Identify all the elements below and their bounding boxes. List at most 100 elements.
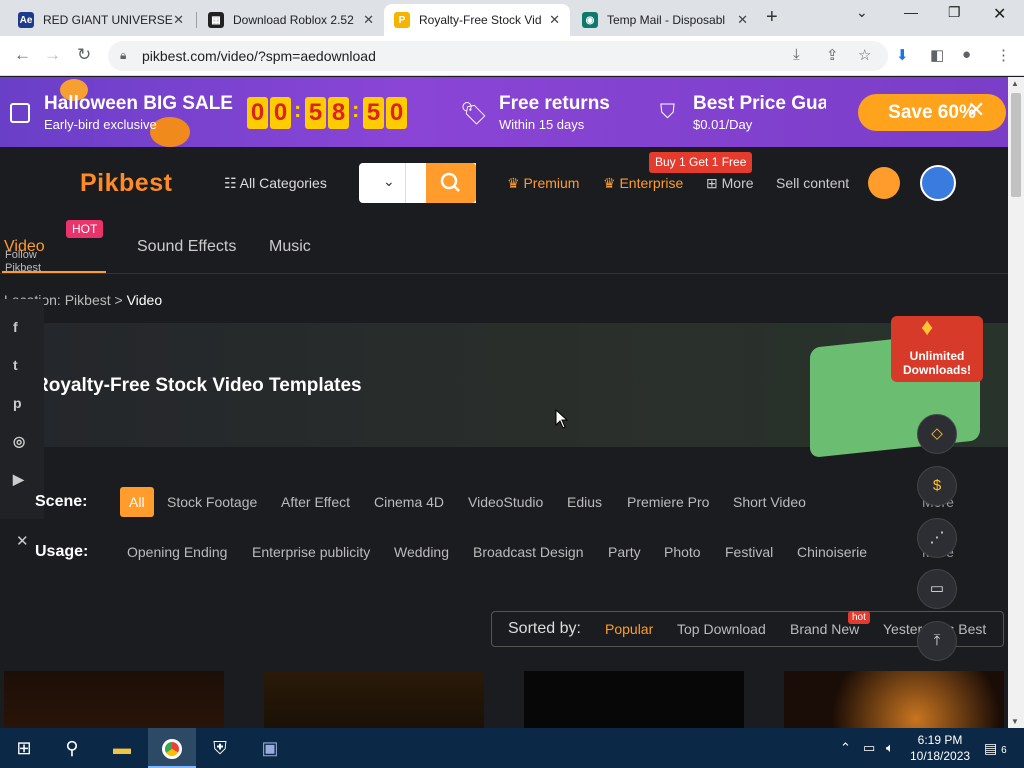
- scroll-down-icon[interactable]: ▼: [1011, 717, 1019, 726]
- windows-taskbar: ⊞ ⚲ ▬ ⛨ ▣ ⌃ ▭ 🔈︎ 6:19 PM 10/18/2023 ▤ 6: [0, 728, 1024, 768]
- user-avatar[interactable]: [920, 165, 956, 201]
- twitter-icon[interactable]: t: [13, 357, 18, 373]
- notification-center-icon[interactable]: ▤ 6: [984, 740, 1007, 757]
- browser-tab-roblox[interactable]: ▦ Download Roblox 2.52 ✕: [198, 4, 384, 36]
- close-tab-icon[interactable]: ✕: [173, 12, 184, 28]
- system-clock[interactable]: 6:19 PM 10/18/2023: [910, 732, 970, 764]
- scrollbar-thumb[interactable]: [1011, 93, 1021, 197]
- chrome-taskbar-icon[interactable]: [148, 728, 196, 768]
- scene-chip-videostudio[interactable]: VideoStudio: [468, 494, 543, 510]
- volume-muted-icon[interactable]: 🔈︎: [886, 740, 894, 756]
- tab-music[interactable]: Music: [269, 238, 311, 256]
- countdown-colon: :: [294, 97, 302, 122]
- reload-icon[interactable]: ↻: [77, 45, 91, 65]
- usage-chip-wedding[interactable]: Wedding: [394, 544, 449, 560]
- usage-chip-chinoiserie[interactable]: Chinoiserie: [797, 544, 867, 560]
- usage-chip-broadcast-design[interactable]: Broadcast Design: [473, 544, 584, 560]
- profile-icon[interactable]: ●: [962, 46, 971, 63]
- close-social-icon[interactable]: ✕: [16, 532, 29, 550]
- new-tab-icon[interactable]: +: [766, 6, 778, 29]
- taskbar-search-icon[interactable]: ⚲: [48, 728, 96, 768]
- countdown-digit: 0: [247, 97, 268, 129]
- security-shield-icon[interactable]: ⛨: [196, 728, 244, 768]
- video-thumbnail[interactable]: [264, 671, 484, 728]
- breadcrumb-current: Video: [126, 292, 163, 308]
- close-window-icon[interactable]: ✕: [993, 4, 1006, 24]
- search-button[interactable]: [426, 163, 476, 203]
- close-promo-icon[interactable]: ✕: [967, 97, 985, 123]
- pikbest-logo[interactable]: Pikbest: [80, 169, 172, 198]
- scene-chip-edius[interactable]: Edius: [567, 494, 602, 510]
- close-tab-icon[interactable]: ✕: [549, 12, 560, 28]
- minimize-icon[interactable]: —: [904, 4, 918, 20]
- vip-diamond-icon[interactable]: ◇: [917, 414, 957, 454]
- chat-icon[interactable]: ▭: [917, 569, 957, 609]
- notification-bell-icon[interactable]: [868, 167, 900, 199]
- address-bar[interactable]: 🔒︎ pikbest.com/video/?spm=aedownload: [108, 41, 888, 71]
- facebook-icon[interactable]: f: [13, 319, 18, 335]
- enterprise-label: Enterprise: [619, 175, 684, 191]
- sort-popular[interactable]: Popular: [605, 621, 653, 637]
- premium-link[interactable]: ♛ Premium: [507, 175, 579, 192]
- usage-chip-opening-ending[interactable]: Opening Ending: [127, 544, 227, 560]
- tab-search-icon[interactable]: ⌄: [856, 4, 868, 21]
- video-thumbnail[interactable]: [784, 671, 1004, 728]
- usage-chip-party[interactable]: Party: [608, 544, 641, 560]
- youtube-icon[interactable]: ▶: [13, 471, 24, 488]
- close-tab-icon[interactable]: ✕: [737, 12, 748, 28]
- windows-start-icon[interactable]: ⊞: [0, 728, 48, 768]
- enterprise-link[interactable]: ♛ Enterprise: [603, 175, 683, 192]
- file-explorer-icon[interactable]: ▬: [98, 728, 146, 768]
- sort-top-download[interactable]: Top Download: [677, 621, 766, 637]
- video-editor-icon[interactable]: ▣: [246, 728, 294, 768]
- share-icon[interactable]: ⇪: [826, 46, 839, 64]
- all-categories-menu[interactable]: ☷ All Categories: [224, 175, 327, 192]
- scene-chip-premiere-pro[interactable]: Premiere Pro: [627, 494, 709, 510]
- more-menu[interactable]: ⊞ More: [706, 175, 754, 192]
- video-thumbnail[interactable]: [524, 671, 744, 728]
- lock-icon: 🔒︎: [120, 48, 127, 62]
- browser-tab-red-giant[interactable]: Ae RED GIANT UNIVERSE ✕: [8, 4, 194, 36]
- bookmark-star-icon[interactable]: ☆: [858, 46, 871, 64]
- scene-chip-all[interactable]: All: [120, 487, 154, 517]
- browser-tab-temp-mail[interactable]: ◉ Temp Mail - Disposabl ✕: [572, 4, 758, 36]
- tray-chevron-up-icon[interactable]: ⌃: [840, 740, 851, 756]
- video-thumbnail[interactable]: [4, 671, 224, 728]
- scroll-up-icon[interactable]: ▲: [1011, 79, 1019, 88]
- unlimited-downloads-badge[interactable]: ♦ Unlimited Downloads!: [891, 316, 983, 382]
- countdown-digit: 0: [386, 97, 407, 129]
- install-app-icon[interactable]: ⤓: [793, 46, 800, 63]
- back-to-top-icon[interactable]: ⤒: [917, 621, 957, 661]
- close-tab-icon[interactable]: ✕: [363, 12, 374, 28]
- scene-chip-stock-footage[interactable]: Stock Footage: [167, 494, 257, 510]
- url-text[interactable]: pikbest.com/video/?spm=aedownload: [142, 48, 376, 64]
- tab-sound-effects[interactable]: Sound Effects: [137, 238, 236, 256]
- tab-title: RED GIANT UNIVERSE: [43, 13, 173, 27]
- grid-icon: ☷: [224, 175, 240, 191]
- sell-content-link[interactable]: Sell content: [776, 175, 849, 191]
- back-icon[interactable]: ←: [14, 45, 31, 65]
- usage-chip-festival[interactable]: Festival: [725, 544, 773, 560]
- tab-title: Royalty-Free Stock Vid: [419, 13, 542, 27]
- tab-title: Download Roblox 2.52: [233, 13, 354, 27]
- instagram-icon[interactable]: ◎: [13, 433, 25, 450]
- scene-chip-after-effect[interactable]: After Effect: [281, 494, 350, 510]
- pinterest-icon[interactable]: p: [13, 395, 22, 411]
- restore-icon[interactable]: ❐: [948, 4, 961, 21]
- scene-chip-cinema-4d[interactable]: Cinema 4D: [374, 494, 444, 510]
- share-network-icon[interactable]: ⋰: [917, 518, 957, 558]
- halloween-promo-banner[interactable]: Halloween BIG SALE Early-bird exclusive …: [0, 77, 1008, 147]
- scene-chip-short-video[interactable]: Short Video: [733, 494, 806, 510]
- chevron-down-icon[interactable]: ⌄: [383, 173, 395, 190]
- usage-label: Usage:: [35, 543, 89, 560]
- side-panel-icon[interactable]: ◧: [930, 46, 944, 64]
- browser-tab-pikbest[interactable]: P Royalty-Free Stock Vid ✕: [384, 4, 570, 36]
- page-scrollbar[interactable]: ▲ ▼: [1008, 77, 1024, 728]
- network-icon[interactable]: ▭: [863, 740, 875, 756]
- usage-chip-enterprise-publicity[interactable]: Enterprise publicity: [252, 544, 370, 560]
- chrome-menu-icon[interactable]: ⋮: [996, 46, 1011, 64]
- coin-icon[interactable]: $: [917, 466, 957, 506]
- forward-icon[interactable]: →: [44, 45, 61, 65]
- download-icon[interactable]: ⬇: [896, 46, 909, 64]
- usage-chip-photo[interactable]: Photo: [664, 544, 701, 560]
